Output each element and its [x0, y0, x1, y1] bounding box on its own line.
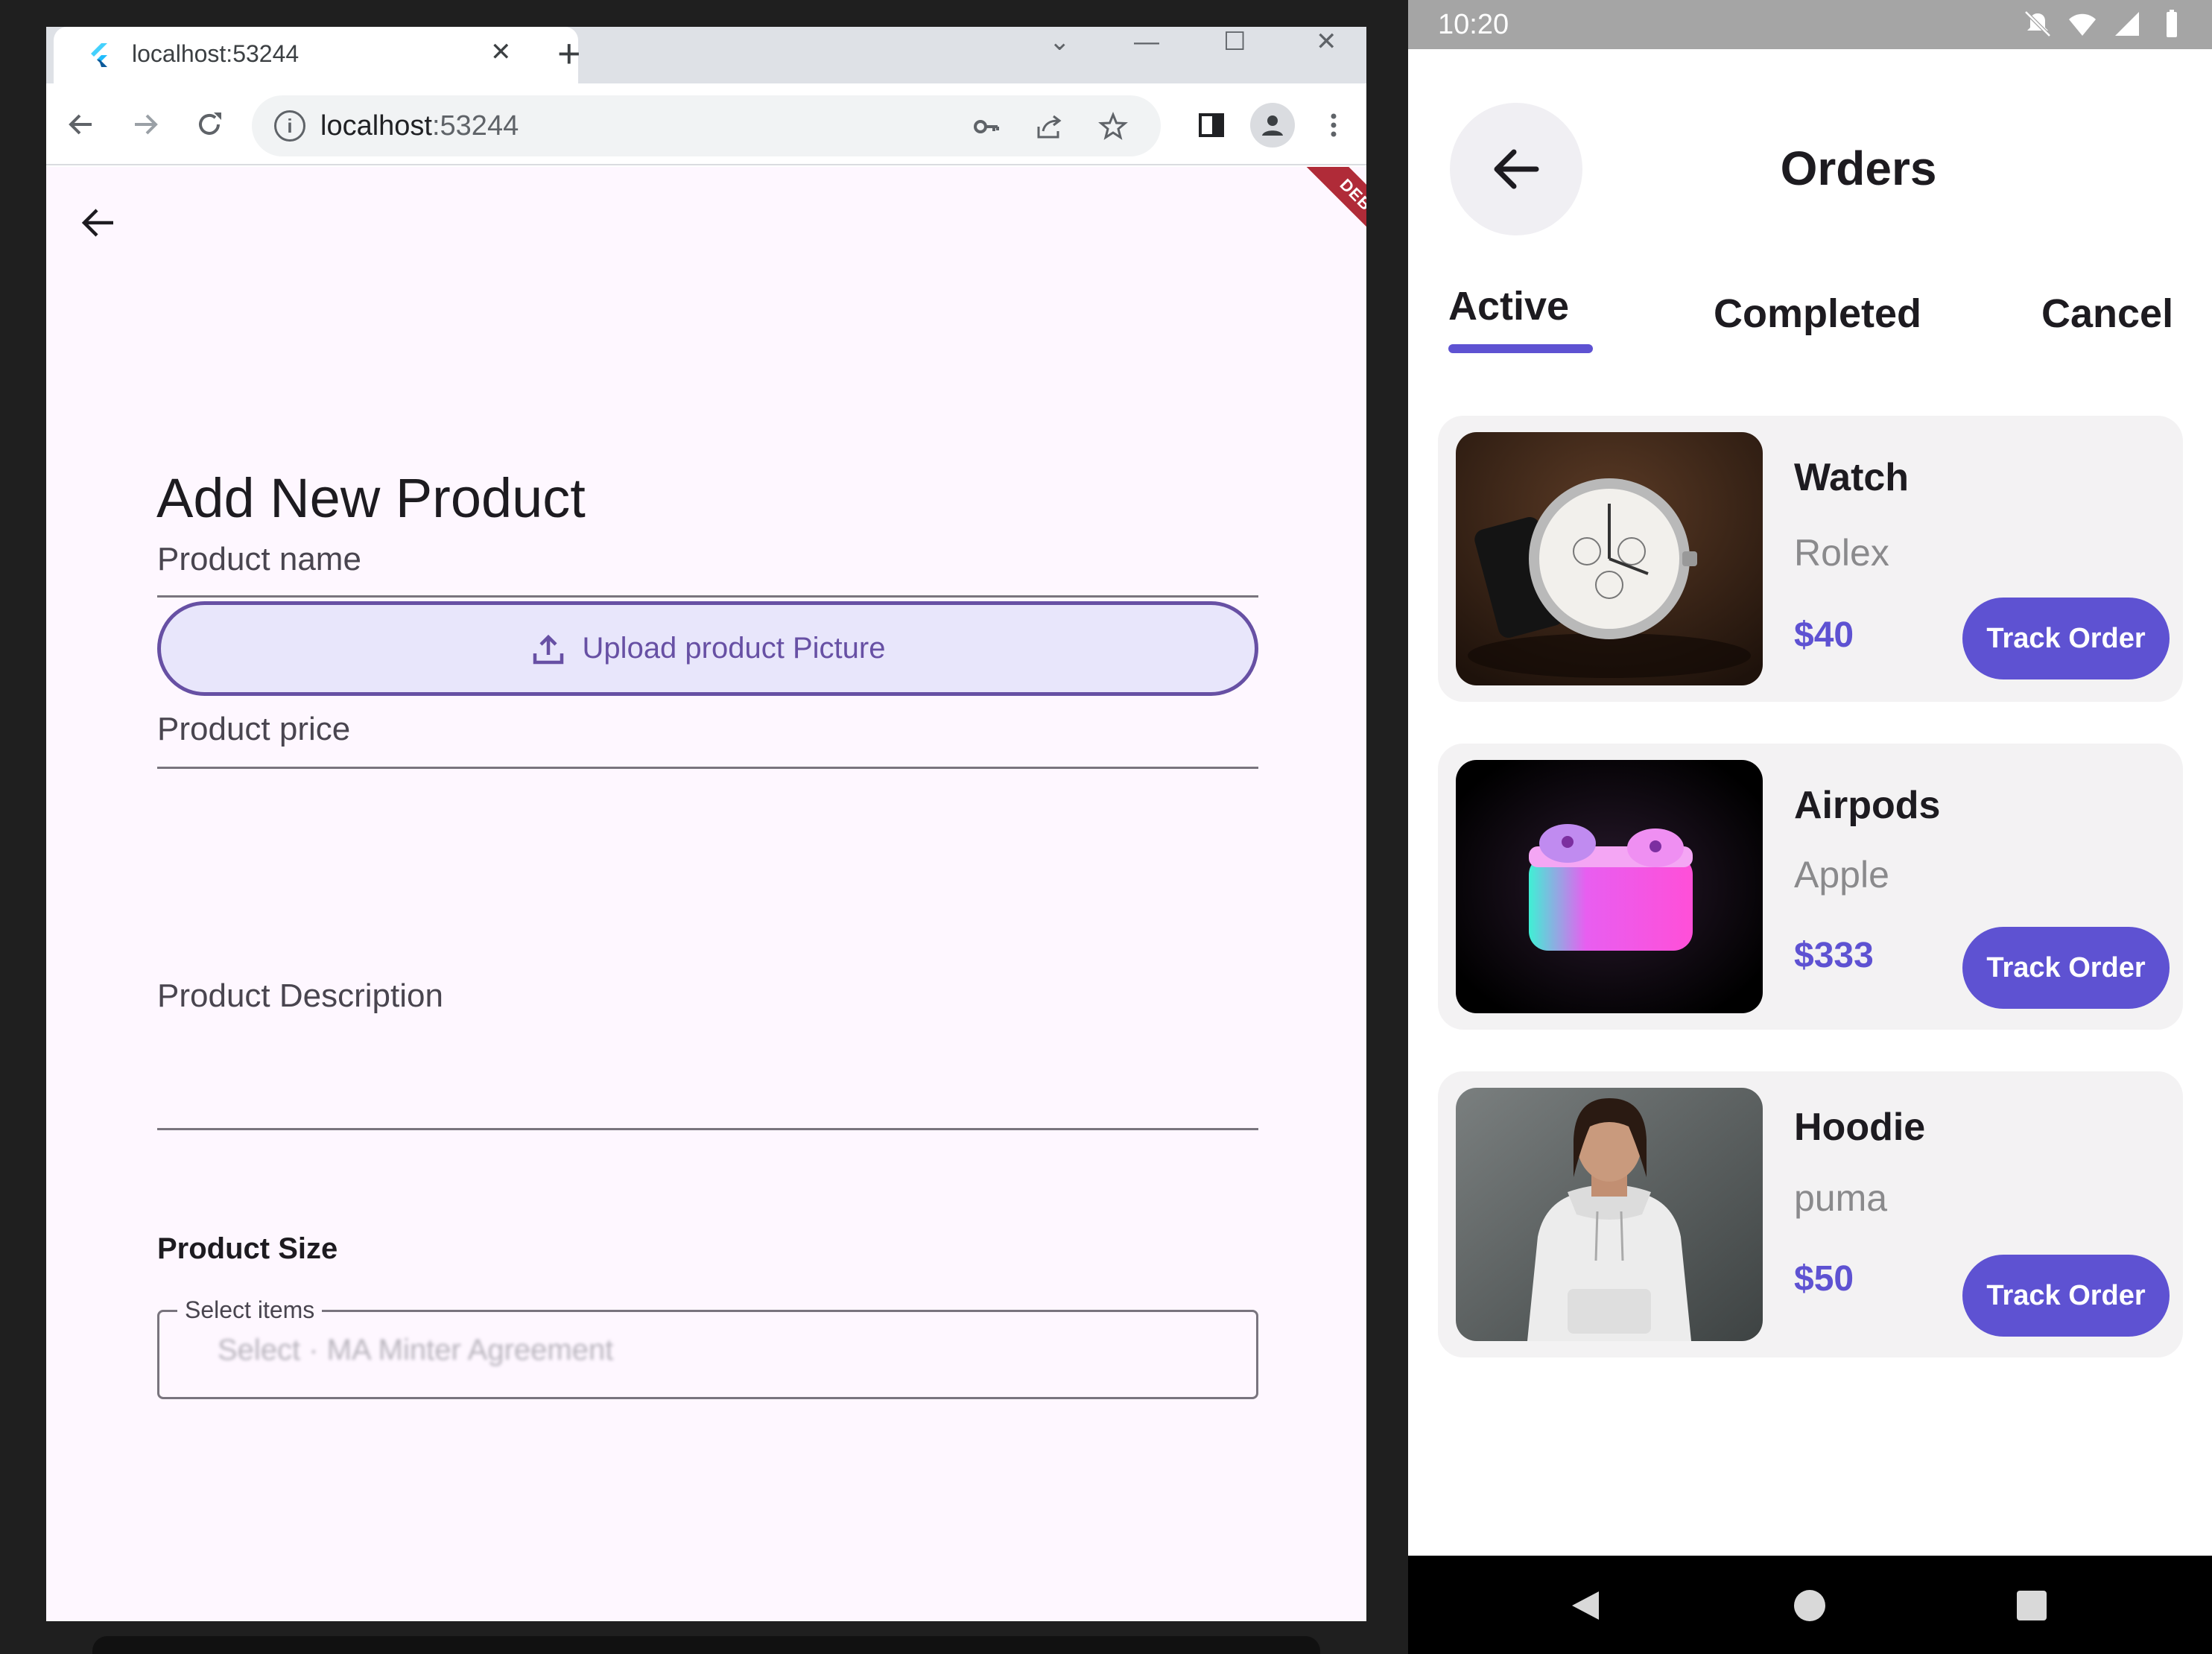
- url-port: :53244: [431, 110, 519, 142]
- product-description-underline: [157, 1128, 1258, 1130]
- nav-home-icon[interactable]: [1791, 1587, 1828, 1624]
- product-size-label: Product Size: [157, 1232, 338, 1265]
- tab-search-icon[interactable]: ⌄: [1049, 27, 1071, 57]
- order-price: $50: [1794, 1259, 1854, 1299]
- address-bar[interactable]: i localhost:53244: [252, 95, 1161, 156]
- forward-arrow-icon: [135, 114, 158, 135]
- nav-recents-icon[interactable]: [2013, 1587, 2050, 1624]
- product-price-underline: [157, 767, 1258, 769]
- flutter-logo-icon: [91, 43, 107, 67]
- order-card: Watch Rolex $40 Track Order: [1438, 416, 2183, 702]
- key-icon[interactable]: [967, 107, 1006, 146]
- close-window-icon[interactable]: ✕: [1316, 27, 1337, 57]
- order-brand: Rolex: [1794, 532, 1889, 574]
- profile-avatar-icon[interactable]: [1250, 103, 1295, 148]
- tab-cancel[interactable]: Cancel: [2041, 289, 2173, 338]
- battery-icon: [2167, 10, 2177, 37]
- url-text[interactable]: localhost:53244: [320, 109, 519, 143]
- upload-picture-button[interactable]: Upload product Picture: [157, 601, 1258, 696]
- more-menu-icon[interactable]: [1314, 106, 1353, 145]
- tab-close-icon[interactable]: ✕: [490, 37, 512, 67]
- orders-title: Orders: [1780, 142, 1937, 195]
- select-items-legend: Select items: [177, 1293, 323, 1326]
- status-time: 10:20: [1438, 9, 1509, 40]
- tab-strip: localhost:53244 ✕ + ⌄ — ☐ ✕: [46, 27, 1366, 83]
- page-back-arrow-icon[interactable]: [73, 197, 125, 249]
- status-bar: 10:20: [1408, 0, 2212, 49]
- site-info-icon[interactable]: i: [274, 110, 305, 142]
- notifications-off-icon: [2024, 10, 2051, 37]
- tab-completed[interactable]: Completed: [1714, 289, 1921, 338]
- signal-icon: [2115, 12, 2139, 36]
- upload-label: Upload product Picture: [582, 632, 886, 665]
- order-name: Watch: [1794, 456, 1910, 499]
- order-name: Airpods: [1794, 784, 1941, 827]
- order-card: Airpods Apple $333 Track Order: [1438, 744, 2183, 1030]
- status-icons: [2023, 9, 2187, 39]
- star-icon[interactable]: [1094, 107, 1132, 146]
- share-icon[interactable]: [1030, 107, 1068, 146]
- new-tab-icon[interactable]: +: [557, 31, 581, 76]
- browser-tab[interactable]: localhost:53244 ✕: [54, 27, 578, 83]
- nav-back-icon[interactable]: [1566, 1587, 1603, 1624]
- android-nav-bar: [1408, 1556, 2212, 1654]
- product-name-field[interactable]: Product name: [157, 539, 361, 580]
- order-name: Hoodie: [1794, 1106, 1926, 1149]
- watch-image: [1456, 432, 1763, 685]
- order-brand: Apple: [1794, 854, 1889, 896]
- order-price: $40: [1794, 615, 1854, 655]
- web-page: DEBUG Add New Product Upload product Pic…: [46, 167, 1366, 1621]
- debug-banner: DEBUG: [1285, 167, 1366, 284]
- track-order-button[interactable]: Track Order: [1962, 927, 2170, 1009]
- order-card: Hoodie puma $50 Track Order: [1438, 1071, 2183, 1357]
- upload-icon: [533, 634, 563, 664]
- back-arrow-icon: [69, 114, 92, 135]
- page-title: Add New Product: [156, 467, 586, 529]
- back-button[interactable]: [60, 103, 103, 146]
- hoodie-image: [1456, 1088, 1763, 1341]
- browser-toolbar: i localhost:53244: [46, 83, 1366, 165]
- track-order-button[interactable]: Track Order: [1962, 1255, 2170, 1337]
- wifi-icon: [2069, 13, 2096, 36]
- url-host: localhost: [320, 110, 432, 142]
- airpods-image: [1456, 760, 1763, 1013]
- maximize-icon[interactable]: ☐: [1223, 27, 1246, 57]
- forward-button[interactable]: [124, 103, 167, 146]
- browser-window: localhost:53244 ✕ + ⌄ — ☐ ✕ i localhost:…: [46, 27, 1366, 1621]
- product-price-field[interactable]: Product price: [157, 709, 350, 750]
- order-brand: puma: [1794, 1177, 1888, 1219]
- active-tab-indicator: [1448, 344, 1593, 353]
- tab-title: localhost:53244: [132, 40, 300, 67]
- side-panel-icon[interactable]: [1192, 106, 1231, 145]
- taskbar-edge: [92, 1636, 1320, 1654]
- minimize-icon[interactable]: —: [1134, 27, 1159, 57]
- android-phone-screen: 10:20 Orders Active Completed Cancel Wat…: [1408, 0, 2212, 1654]
- tab-active[interactable]: Active: [1448, 282, 1569, 331]
- reload-icon: [199, 113, 221, 135]
- order-price: $333: [1794, 936, 1874, 975]
- product-description-field[interactable]: Product Description: [157, 976, 443, 1016]
- reload-button[interactable]: [188, 103, 231, 146]
- track-order-button[interactable]: Track Order: [1962, 598, 2170, 679]
- select-items-hint: Select · MA Minter Agreement: [218, 1334, 614, 1366]
- product-name-underline: [157, 595, 1258, 598]
